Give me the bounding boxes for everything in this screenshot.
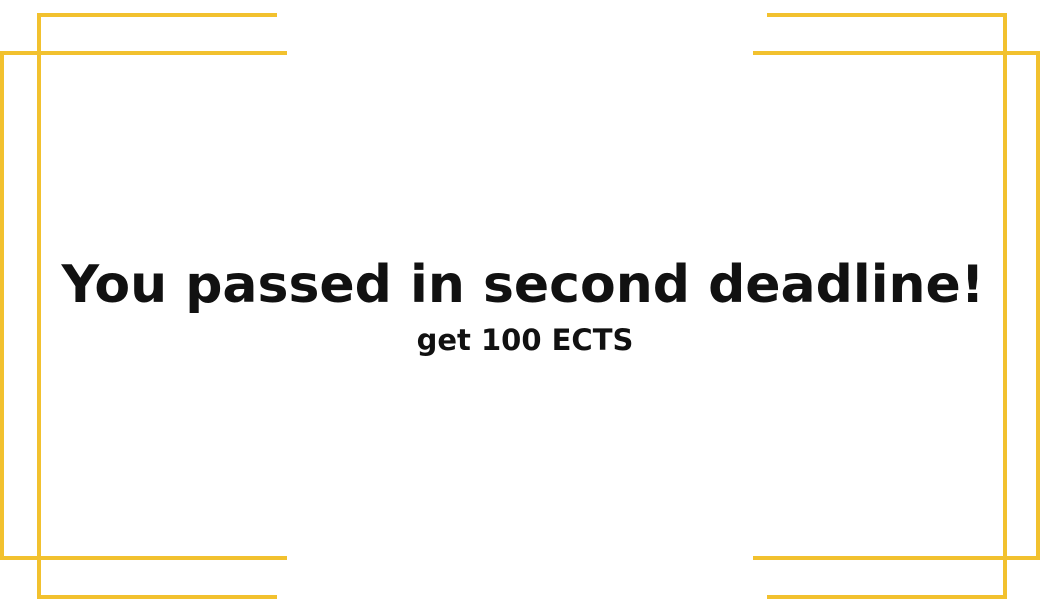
result-message: You passed in second deadline! get 100 E… (0, 250, 1050, 360)
frame-bottom-left-outer-horizontal (0, 556, 287, 560)
frame-top-right-outer-horizontal (753, 51, 1040, 55)
frame-top-left-inner-horizontal (37, 13, 277, 17)
frame-top-right-inner-horizontal (767, 13, 1007, 17)
frame-bottom-right-inner-horizontal (767, 595, 1007, 599)
result-subline: get 100 ECTS (416, 323, 634, 357)
frame-bottom-left-inner-horizontal (37, 595, 277, 599)
result-card: You passed in second deadline! get 100 E… (0, 0, 1050, 600)
result-headline: You passed in second deadline! (61, 255, 985, 315)
frame-top-left-outer-horizontal (0, 51, 287, 55)
frame-bottom-right-outer-horizontal (753, 556, 1040, 560)
